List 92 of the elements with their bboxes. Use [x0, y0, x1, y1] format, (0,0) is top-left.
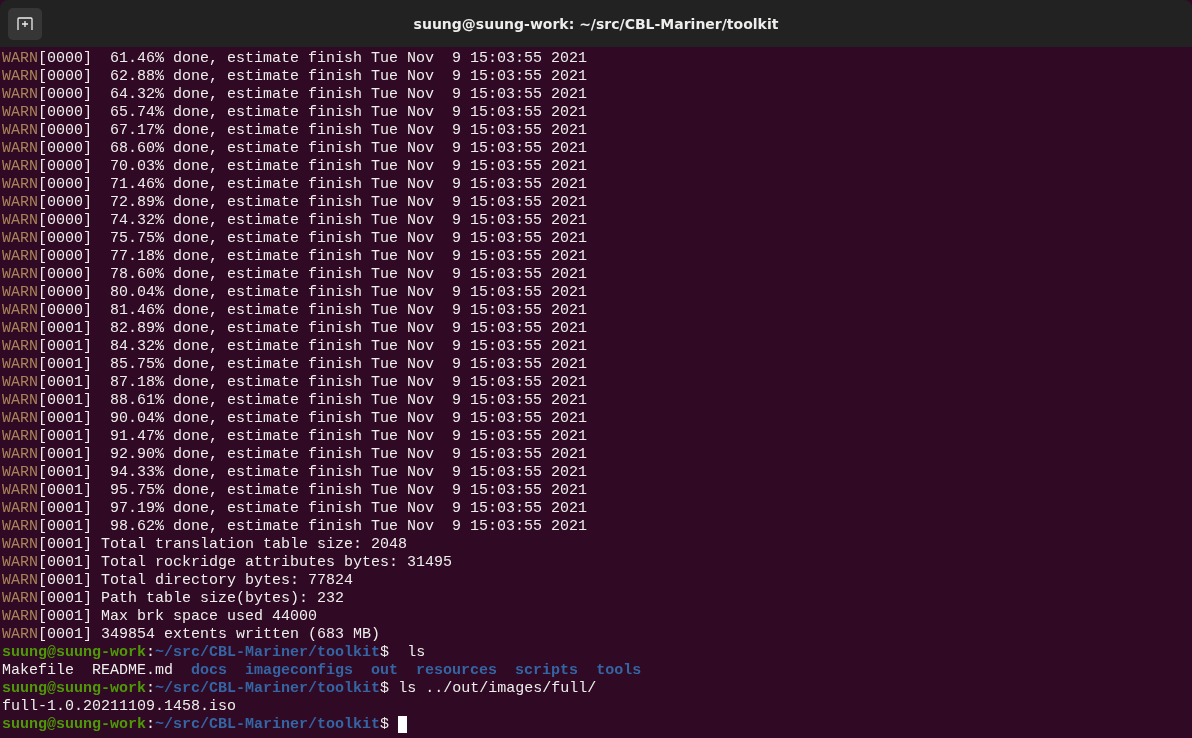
- log-message: [0001] Total directory bytes: 77824: [38, 572, 354, 589]
- log-message: [0001] 84.32% done, estimate finish Tue Nov 9 15:03:55 2021: [38, 338, 588, 355]
- output-text: full-1.0.20211109.1458.iso: [2, 698, 237, 715]
- prompt-separator: :: [146, 680, 156, 697]
- log-message: [0001] 91.47% done, estimate finish Tue Nov 9 15:03:55 2021: [38, 428, 588, 445]
- log-message: [0001] Total rockridge attributes bytes: 31495: [38, 554, 453, 571]
- log-level-label: WARN: [2, 122, 38, 139]
- log-level-label: WARN: [2, 356, 38, 373]
- prompt-user-host: suung@suung-work: [2, 644, 147, 661]
- new-tab-icon: [17, 16, 33, 31]
- log-message: [0000] 64.32% done, estimate finish Tue Nov 9 15:03:55 2021: [38, 86, 588, 103]
- log-message: [0000] 65.74% done, estimate finish Tue Nov 9 15:03:55 2021: [38, 104, 588, 121]
- log-level-label: WARN: [2, 374, 38, 391]
- log-message: [0001] 98.62% done, estimate finish Tue Nov 9 15:03:55 2021: [38, 518, 588, 535]
- log-level-label: WARN: [2, 392, 38, 409]
- log-level-label: WARN: [2, 194, 38, 211]
- prompt-separator: :: [146, 716, 156, 733]
- directory-name: resources: [416, 662, 498, 679]
- log-level-label: WARN: [2, 320, 38, 337]
- log-level-label: WARN: [2, 266, 38, 283]
- prompt-path: ~/src/CBL-Mariner/toolkit: [155, 716, 381, 733]
- log-level-label: WARN: [2, 590, 38, 607]
- log-message: [0000] 80.04% done, estimate finish Tue Nov 9 15:03:55 2021: [38, 284, 588, 301]
- log-level-label: WARN: [2, 284, 38, 301]
- file-name: README.md: [92, 662, 174, 679]
- log-level-label: WARN: [2, 410, 38, 427]
- prompt-user-host: suung@suung-work: [2, 716, 147, 733]
- command-text: ls: [406, 644, 426, 661]
- new-tab-button[interactable]: [8, 7, 42, 40]
- log-level-label: WARN: [2, 572, 38, 589]
- prompt-symbol: $: [380, 716, 390, 733]
- log-message: [0000] 81.46% done, estimate finish Tue Nov 9 15:03:55 2021: [38, 302, 588, 319]
- prompt-separator: :: [146, 644, 156, 661]
- log-level-label: WARN: [2, 626, 38, 643]
- log-message: [0001] 97.19% done, estimate finish Tue Nov 9 15:03:55 2021: [38, 500, 588, 517]
- log-message: [0000] 61.46% done, estimate finish Tue Nov 9 15:03:55 2021: [38, 50, 588, 67]
- log-level-label: WARN: [2, 104, 38, 121]
- log-level-label: WARN: [2, 176, 38, 193]
- log-message: [0001] 94.33% done, estimate finish Tue Nov 9 15:03:55 2021: [38, 464, 588, 481]
- log-message: [0001] 85.75% done, estimate finish Tue Nov 9 15:03:55 2021: [38, 356, 588, 373]
- prompt-user-host: suung@suung-work: [2, 680, 147, 697]
- directory-name: imageconfigs: [245, 662, 354, 679]
- log-level-label: WARN: [2, 212, 38, 229]
- log-message: [0001] 92.90% done, estimate finish Tue Nov 9 15:03:55 2021: [38, 446, 588, 463]
- log-level-label: WARN: [2, 140, 38, 157]
- log-message: [0001] Path table size(bytes): 232: [38, 590, 345, 607]
- file-name: Makefile: [2, 662, 74, 679]
- log-message: [0000] 62.88% done, estimate finish Tue Nov 9 15:03:55 2021: [38, 68, 588, 85]
- log-level-label: WARN: [2, 554, 38, 571]
- log-level-label: WARN: [2, 482, 38, 499]
- log-level-label: WARN: [2, 428, 38, 445]
- log-level-label: WARN: [2, 338, 38, 355]
- log-message: [0001] 349854 extents written (683 MB): [38, 626, 381, 643]
- log-level-label: WARN: [2, 446, 38, 463]
- log-level-label: WARN: [2, 302, 38, 319]
- log-message: [0001] 87.18% done, estimate finish Tue Nov 9 15:03:55 2021: [38, 374, 588, 391]
- log-level-label: WARN: [2, 518, 38, 535]
- log-message: [0001] 95.75% done, estimate finish Tue Nov 9 15:03:55 2021: [38, 482, 588, 499]
- directory-name: out: [371, 662, 399, 679]
- window-title: suung@suung-work: ~/src/CBL-Mariner/toolkit: [413, 15, 779, 32]
- log-level-label: WARN: [2, 230, 38, 247]
- directory-name: docs: [191, 662, 228, 679]
- log-level-label: WARN: [2, 158, 38, 175]
- log-message: [0001] 88.61% done, estimate finish Tue Nov 9 15:03:55 2021: [38, 392, 588, 409]
- log-message: [0000] 77.18% done, estimate finish Tue Nov 9 15:03:55 2021: [38, 248, 588, 265]
- log-message: [0001] Max brk space used 44000: [38, 608, 318, 625]
- log-level-label: WARN: [2, 464, 38, 481]
- prompt-path: ~/src/CBL-Mariner/toolkit: [155, 680, 381, 697]
- prompt-path: ~/src/CBL-Mariner/toolkit: [155, 644, 381, 661]
- prompt-symbol: $: [380, 680, 390, 697]
- log-message: [0001] 90.04% done, estimate finish Tue Nov 9 15:03:55 2021: [38, 410, 588, 427]
- log-message: [0000] 78.60% done, estimate finish Tue Nov 9 15:03:55 2021: [38, 266, 588, 283]
- log-message: [0001] Total translation table size: 2048: [38, 536, 408, 553]
- log-level-label: WARN: [2, 50, 38, 67]
- log-message: [0000] 67.17% done, estimate finish Tue Nov 9 15:03:55 2021: [38, 122, 588, 139]
- log-message: [0000] 68.60% done, estimate finish Tue Nov 9 15:03:55 2021: [38, 140, 588, 157]
- log-level-label: WARN: [2, 500, 38, 517]
- command-text: ls ../out/images/full/: [398, 680, 597, 697]
- prompt-symbol: $: [380, 644, 390, 661]
- log-message: [0000] 71.46% done, estimate finish Tue Nov 9 15:03:55 2021: [38, 176, 588, 193]
- log-message: [0000] 72.89% done, estimate finish Tue Nov 9 15:03:55 2021: [38, 194, 588, 211]
- directory-name: tools: [596, 662, 642, 679]
- log-level-label: WARN: [2, 86, 38, 103]
- log-message: [0000] 75.75% done, estimate finish Tue Nov 9 15:03:55 2021: [38, 230, 588, 247]
- log-level-label: WARN: [2, 608, 38, 625]
- log-message: [0000] 70.03% done, estimate finish Tue Nov 9 15:03:55 2021: [38, 158, 588, 175]
- log-level-label: WARN: [2, 536, 38, 553]
- log-message: [0001] 82.89% done, estimate finish Tue Nov 9 15:03:55 2021: [38, 320, 588, 337]
- log-message: [0000] 74.32% done, estimate finish Tue Nov 9 15:03:55 2021: [38, 212, 588, 229]
- log-level-label: WARN: [2, 68, 38, 85]
- directory-name: scripts: [515, 662, 579, 679]
- log-level-label: WARN: [2, 248, 38, 265]
